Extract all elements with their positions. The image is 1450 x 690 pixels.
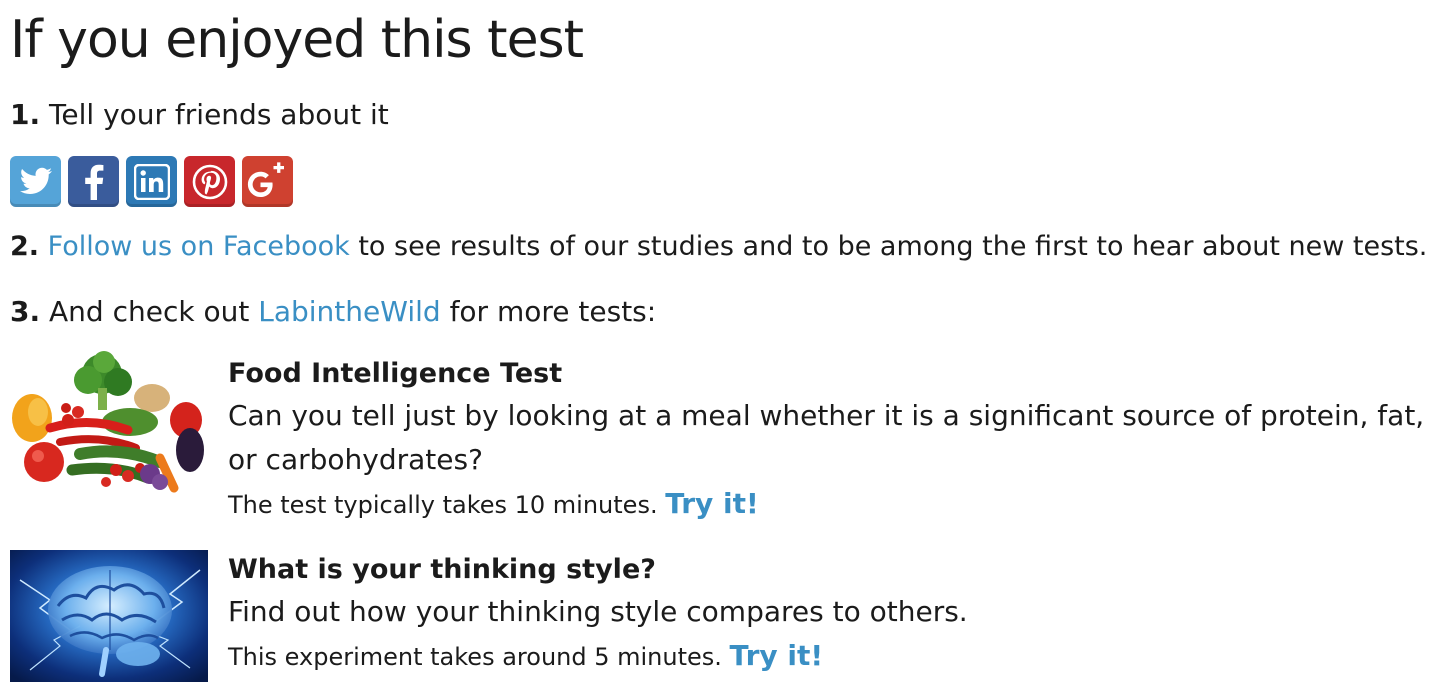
step-number: 3.	[10, 295, 41, 328]
share-buttons	[10, 156, 293, 208]
test-duration: This experiment takes around 5 minutes. …	[228, 634, 1438, 679]
test-duration-text: The test typically takes 10 minutes.	[228, 491, 658, 519]
brain-thumbnail[interactable]	[10, 550, 208, 682]
step-3: 3. And check out LabintheWild for more t…	[10, 292, 656, 332]
test-card-food: Food Intelligence Test Can you tell just…	[10, 350, 1440, 530]
share-twitter-button[interactable]	[10, 156, 61, 207]
step-text-after: for more tests:	[440, 295, 657, 328]
share-facebook-button[interactable]	[68, 156, 119, 207]
share-google-plus-button[interactable]	[242, 156, 293, 207]
test-title[interactable]: Food Intelligence Test	[228, 354, 1438, 394]
try-it-link[interactable]: Try it!	[730, 639, 824, 672]
test-description: Find out how your thinking style compare…	[228, 595, 968, 628]
step-text: Tell your friends about it	[49, 98, 389, 131]
vegetables-thumbnail[interactable]	[10, 350, 208, 495]
pinterest-icon	[192, 164, 227, 199]
step-text: And check out	[49, 295, 259, 328]
share-linkedin-button[interactable]	[126, 156, 177, 207]
page-title: If you enjoyed this test	[10, 10, 584, 70]
twitter-icon	[19, 167, 52, 194]
step-number: 1.	[10, 98, 41, 131]
labinthewild-link[interactable]: LabintheWild	[258, 295, 440, 328]
test-info: What is your thinking style? Find out ho…	[228, 550, 1438, 679]
test-info: Food Intelligence Test Can you tell just…	[228, 354, 1438, 527]
google-plus-icon	[247, 161, 284, 197]
step-number: 2.	[10, 231, 40, 262]
facebook-icon	[84, 164, 103, 200]
test-duration-text: This experiment takes around 5 minutes.	[228, 643, 722, 671]
test-title[interactable]: What is your thinking style?	[228, 550, 1438, 590]
step-1: 1. Tell your friends about it	[10, 95, 389, 135]
step-2: 2. Follow us on Facebook to see results …	[10, 227, 1427, 267]
test-duration: The test typically takes 10 minutes. Try…	[228, 482, 1438, 527]
test-card-thinking: What is your thinking style? Find out ho…	[10, 546, 1440, 686]
linkedin-icon	[133, 163, 170, 200]
share-pinterest-button[interactable]	[184, 156, 235, 207]
step-text: to see results of our studies and to be …	[349, 231, 1428, 262]
try-it-link[interactable]: Try it!	[665, 487, 759, 520]
test-description: Can you tell just by looking at a meal w…	[228, 399, 1425, 476]
follow-facebook-link[interactable]: Follow us on Facebook	[48, 231, 350, 262]
